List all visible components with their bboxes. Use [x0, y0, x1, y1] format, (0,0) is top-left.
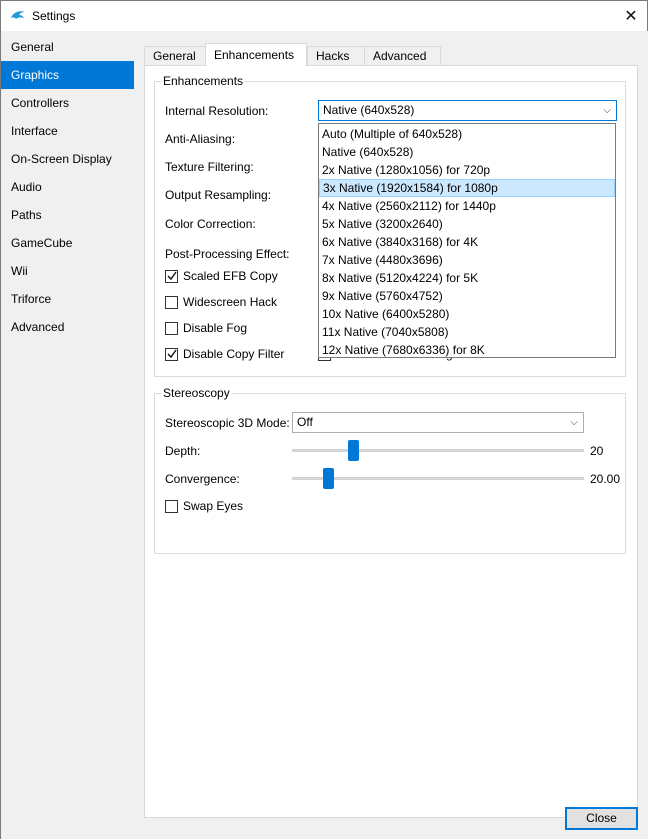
stereoscopy-group: Stereoscopy Stereoscopic 3D Mode: Off ⌵ …	[154, 386, 626, 554]
checkbox-box	[165, 295, 178, 309]
convergence-slider-track[interactable]	[292, 477, 584, 480]
tab-hacks[interactable]: Hacks	[307, 46, 365, 66]
settings-sidebar: General Graphics Controllers Interface O…	[1, 31, 134, 839]
internal-resolution-value: Native (640x528)	[323, 103, 415, 117]
sidebar-item-advanced[interactable]: Advanced	[1, 313, 134, 341]
resolution-option[interactable]: 6x Native (3840x3168) for 4K	[319, 233, 615, 251]
scaled-efb-copy-label: Scaled EFB Copy	[183, 269, 278, 283]
swap-eyes-checkbox[interactable]: Swap Eyes	[165, 499, 243, 513]
convergence-label: Convergence:	[165, 472, 240, 486]
tab-general[interactable]: General	[144, 46, 206, 66]
chevron-down-icon: ⌵	[570, 417, 578, 428]
resolution-option[interactable]: 8x Native (5120x4224) for 5K	[319, 269, 615, 287]
sidebar-item-wii[interactable]: Wii	[1, 257, 134, 285]
checkmark-icon	[165, 269, 178, 283]
enhancements-group-title: Enhancements	[161, 74, 246, 88]
resolution-option[interactable]: 9x Native (5760x4752)	[319, 287, 615, 305]
depth-value: 20	[590, 444, 604, 458]
resolution-option[interactable]: Native (640x528)	[319, 143, 615, 161]
internal-resolution-label: Internal Resolution:	[165, 104, 269, 118]
convergence-slider-thumb[interactable]	[322, 468, 334, 489]
disable-fog-checkbox[interactable]: Disable Fog	[165, 321, 247, 335]
checkmark-icon	[165, 347, 178, 361]
widescreen-hack-checkbox[interactable]: Widescreen Hack	[165, 295, 277, 309]
internal-resolution-dropdown-list: Auto (Multiple of 640x528) Native (640x5…	[318, 123, 616, 358]
close-button[interactable]: Close	[565, 807, 638, 830]
resolution-option[interactable]: 3x Native (1920x1584) for 1080p	[319, 179, 615, 197]
resolution-option[interactable]: 2x Native (1280x1056) for 720p	[319, 161, 615, 179]
stereoscopic-mode-select[interactable]: Off ⌵	[292, 412, 584, 433]
swap-eyes-label: Swap Eyes	[183, 499, 244, 513]
sidebar-item-graphics[interactable]: Graphics	[1, 61, 134, 89]
post-processing-label: Post-Processing Effect:	[165, 247, 290, 261]
window-close-icon[interactable]: ✕	[615, 1, 647, 31]
anti-aliasing-label: Anti-Aliasing:	[165, 132, 236, 146]
disable-copy-filter-checkbox[interactable]: Disable Copy Filter	[165, 347, 284, 361]
sidebar-item-audio[interactable]: Audio	[1, 173, 134, 201]
sidebar-item-paths[interactable]: Paths	[1, 201, 134, 229]
output-resampling-label: Output Resampling:	[165, 188, 272, 202]
stereoscopic-mode-value: Off	[297, 415, 313, 429]
resolution-option[interactable]: 7x Native (4480x3696)	[319, 251, 615, 269]
dolphin-logo-icon	[11, 11, 25, 19]
resolution-option[interactable]: 4x Native (2560x2112) for 1440p	[319, 197, 615, 215]
depth-label: Depth:	[165, 444, 201, 458]
settings-window: Settings ✕ General Graphics Controllers …	[0, 0, 648, 839]
sidebar-item-controllers[interactable]: Controllers	[1, 89, 134, 117]
checkbox-box	[165, 499, 178, 513]
resolution-option[interactable]: 10x Native (6400x5280)	[319, 305, 615, 323]
tab-enhancements[interactable]: Enhancements	[205, 43, 307, 66]
depth-slider-thumb[interactable]	[348, 440, 360, 461]
stereoscopic-mode-label: Stereoscopic 3D Mode:	[165, 416, 290, 430]
resolution-option[interactable]: Auto (Multiple of 640x528)	[319, 125, 615, 143]
sidebar-item-general[interactable]: General	[1, 33, 134, 61]
disable-fog-label: Disable Fog	[183, 321, 248, 335]
resolution-option[interactable]: 5x Native (3200x2640)	[319, 215, 615, 233]
widescreen-hack-label: Widescreen Hack	[183, 295, 278, 309]
depth-slider-track[interactable]	[292, 449, 584, 452]
internal-resolution-select[interactable]: Native (640x528) ⌵	[318, 100, 617, 121]
window-title: Settings	[32, 9, 76, 23]
sidebar-item-interface[interactable]: Interface	[1, 117, 134, 145]
disable-copy-filter-label: Disable Copy Filter	[183, 347, 285, 361]
sidebar-item-on-screen-display[interactable]: On-Screen Display	[1, 145, 134, 173]
sidebar-item-gamecube[interactable]: GameCube	[1, 229, 134, 257]
resolution-option[interactable]: 11x Native (7040x5808)	[319, 323, 615, 341]
checkbox-box	[165, 321, 178, 335]
sidebar-item-triforce[interactable]: Triforce	[1, 285, 134, 313]
color-correction-label: Color Correction:	[165, 217, 256, 231]
title-bar: Settings ✕	[1, 1, 647, 31]
resolution-option[interactable]: 12x Native (7680x6336) for 8K	[319, 341, 615, 359]
stereoscopy-group-title: Stereoscopy	[161, 386, 232, 400]
convergence-value: 20.00	[590, 472, 621, 486]
chevron-down-icon: ⌵	[603, 105, 611, 116]
scaled-efb-copy-checkbox[interactable]: Scaled EFB Copy	[165, 269, 278, 283]
texture-filtering-label: Texture Filtering:	[165, 160, 254, 174]
tab-advanced[interactable]: Advanced	[364, 46, 441, 66]
